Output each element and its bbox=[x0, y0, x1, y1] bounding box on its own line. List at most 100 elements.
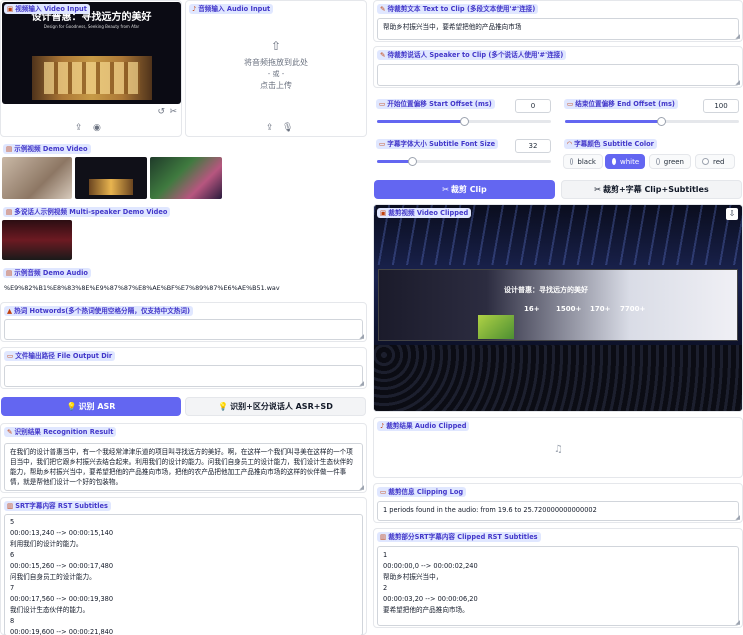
srt-line: 00:00:13,240 --> 00:00:15,140 bbox=[10, 529, 114, 537]
font-size-slider[interactable] bbox=[377, 157, 551, 166]
clipped-srt-label: ▥ 裁剪部分SRT字幕内容 Clipped RST Subtitles bbox=[377, 532, 541, 542]
demo-audio-label: ▤ 示例音频 Demo Audio bbox=[3, 268, 91, 278]
slide-subtitle: Design for Goodness, Seeking Beauty from… bbox=[43, 24, 140, 29]
color-option-green[interactable]: green bbox=[649, 154, 691, 169]
clipped-srt-text[interactable]: 1 00:00:00,0 --> 00:00:02,240 帮助乡村振兴当中， … bbox=[377, 546, 739, 626]
upload-icon[interactable]: ⇪ bbox=[75, 123, 83, 133]
slider-fill bbox=[377, 160, 412, 163]
recognition-panel: ✎ 识别结果 Recognition Result 在我们的设计普惠当中，有一个我… bbox=[0, 423, 367, 493]
srt-line: 00:00:17,560 --> 00:00:19,380 bbox=[10, 595, 114, 603]
list-icon: ▤ bbox=[6, 269, 13, 277]
srt-panel: ▥ SRT字幕内容 RST Subtitles 5 00:00:13,240 --… bbox=[0, 497, 367, 635]
stage-stat: 16+ bbox=[524, 305, 540, 313]
srt-label: ▥ SRT字幕内容 RST Subtitles bbox=[4, 501, 111, 511]
clipped-video-player[interactable]: 设计普惠：寻找远方的美好 16+ 1500+ 170+ 7700+ bbox=[374, 205, 742, 411]
music-icon: ♪ bbox=[380, 422, 385, 430]
slider-knob[interactable] bbox=[407, 157, 417, 166]
srt-line: 2 bbox=[383, 584, 388, 592]
slider-fill bbox=[565, 120, 661, 123]
font-color-label: ◠ 字幕颜色 Subtitle Color bbox=[564, 139, 657, 149]
fire-icon: ▲ bbox=[7, 307, 13, 315]
clipping-log-text[interactable]: 1 periods found in the audio: from 19.6 … bbox=[377, 501, 739, 521]
end-offset-label: ▭ 结束位置偏移 End Offset (ms) bbox=[564, 99, 678, 109]
video-clipped-label: ▣ 裁剪视频 Video Clipped bbox=[377, 208, 472, 218]
speaker-to-clip-input[interactable] bbox=[377, 64, 739, 86]
asr-sd-button[interactable]: 💡 识别+区分说话人 ASR+SD bbox=[185, 397, 366, 416]
hotwords-input[interactable] bbox=[4, 319, 363, 340]
multi-demo-thumb[interactable] bbox=[2, 220, 72, 260]
multi-demo-label: ▤ 多说话人示例视频 Multi-speaker Demo Video bbox=[3, 207, 171, 217]
or-text: - 或 - bbox=[267, 70, 285, 78]
stage-stat: 170+ bbox=[590, 305, 611, 313]
srt-line: 我们设计生态伙伴的能力。 bbox=[10, 606, 90, 614]
webcam-icon[interactable]: ◉ bbox=[93, 123, 101, 133]
recognition-text[interactable]: 在我们的设计普惠当中，有一个我经常津津乐道的项目叫寻找远方的美好。啊，在这样一个… bbox=[4, 443, 363, 491]
audio-input-label: ♪ 音频输入 Audio Input bbox=[189, 4, 274, 14]
audio-input-panel: ♪ 音频输入 Audio Input ⇧ 将音频拖放到此处 - 或 - 点击上传 … bbox=[185, 0, 367, 137]
resize-handle-icon[interactable]: ◢ bbox=[735, 33, 740, 40]
srt-line: 7 bbox=[10, 584, 15, 592]
srt-line: 00:00:15,260 --> 00:00:17,480 bbox=[10, 562, 114, 570]
scissors-icon[interactable]: ✂ bbox=[169, 107, 177, 117]
start-offset-label: ▭ 开始位置偏移 Start Offset (ms) bbox=[376, 99, 495, 109]
drop-text: 将音频拖放到此处 bbox=[244, 58, 308, 67]
stage-screen-title: 设计普惠：寻找远方的美好 bbox=[504, 286, 588, 294]
srt-text[interactable]: 5 00:00:13,240 --> 00:00:15,140 利用我们的设计的… bbox=[4, 514, 363, 635]
resize-handle-icon[interactable]: ◢ bbox=[359, 484, 364, 491]
slider-knob[interactable] bbox=[460, 117, 469, 126]
end-offset-slider[interactable] bbox=[565, 117, 739, 126]
video-preview[interactable]: 设计普惠：寻找远方的美好 Design for Goodness, Seekin… bbox=[2, 2, 181, 104]
start-offset-panel: ▭ 开始位置偏移 Start Offset (ms) 0 bbox=[373, 96, 555, 126]
text-to-clip-label: ✎ 待裁剪文本 Text to Clip (多段文本使用'#'连接) bbox=[377, 4, 539, 14]
video-icon: ▣ bbox=[7, 5, 14, 13]
srt-line: 6 bbox=[10, 551, 15, 559]
end-offset-number[interactable]: 100 bbox=[703, 99, 739, 113]
demo-audio-file[interactable]: %E9%82%B1%E8%83%8E%E9%87%87%E8%AE%BF%E7%… bbox=[4, 284, 280, 292]
color-option-black[interactable]: black bbox=[563, 154, 603, 169]
list-icon: ▤ bbox=[6, 208, 13, 216]
speaker-to-clip-label: ✎ 待裁剪说话人 Speaker to Clip (多个说话人使用'#'连接) bbox=[377, 50, 567, 60]
upload-arrow-icon: ⇧ bbox=[270, 39, 282, 53]
srt-line: 帮助乡村振兴当中， bbox=[383, 573, 443, 581]
clip-button[interactable]: ✂ 裁剪 Clip bbox=[374, 180, 555, 199]
resize-handle-icon[interactable]: ◢ bbox=[735, 619, 740, 626]
slider-knob[interactable] bbox=[656, 117, 666, 126]
demo-video-thumb-3[interactable] bbox=[150, 157, 222, 199]
scissors-icon: ✂ bbox=[442, 185, 449, 194]
font-size-number[interactable]: 32 bbox=[515, 139, 551, 153]
text-to-clip-panel: ✎ 待裁剪文本 Text to Clip (多段文本使用'#'连接) 帮助乡村振兴… bbox=[373, 0, 743, 42]
resize-handle-icon[interactable]: ◢ bbox=[735, 514, 740, 521]
video-input-label: ▣ 视频输入 Video Input bbox=[4, 4, 90, 14]
output-dir-input[interactable] bbox=[4, 365, 363, 387]
output-dir-label: ▭ 文件输出路径 File Output Dir bbox=[4, 351, 116, 361]
microphone-icon[interactable]: 🎙 bbox=[282, 123, 293, 133]
music-note-icon: ♫ bbox=[554, 444, 563, 455]
clip-subtitles-button[interactable]: ✂ 裁剪+字幕 Clip+Subtitles bbox=[561, 180, 742, 199]
start-offset-number[interactable]: 0 bbox=[515, 99, 551, 113]
srt-line: 1 bbox=[383, 551, 388, 559]
video-clipped-panel: 设计普惠：寻找远方的美好 16+ 1500+ 170+ 7700+ ▣ 裁剪视频 … bbox=[373, 204, 743, 412]
download-icon[interactable]: ⇩ bbox=[726, 208, 738, 220]
upload-icon[interactable]: ⇪ bbox=[266, 123, 274, 133]
color-option-white[interactable]: white bbox=[605, 154, 645, 169]
text-to-clip-input[interactable]: 帮助乡村振兴当中，要希望把他的产品推向市场 bbox=[377, 18, 739, 40]
demo-video-thumb-2[interactable] bbox=[75, 157, 147, 199]
demo-video-label: ▤ 示例视频 Demo Video bbox=[3, 144, 91, 154]
resize-handle-icon[interactable]: ◢ bbox=[359, 333, 364, 340]
audio-dropzone[interactable]: ⇧ 将音频拖放到此处 - 或 - 点击上传 bbox=[186, 15, 366, 119]
scissors-icon: ✂ bbox=[594, 185, 601, 194]
asr-button[interactable]: 💡 识别 ASR bbox=[1, 397, 181, 416]
srt-line: 要希望把他的产品推向市场。 bbox=[383, 606, 469, 614]
demo-video-thumb-1[interactable] bbox=[2, 157, 72, 199]
music-icon: ♪ bbox=[192, 5, 197, 13]
lightbulb-icon: 💡 bbox=[66, 402, 77, 411]
start-offset-slider[interactable] bbox=[377, 117, 551, 126]
end-offset-panel: ▭ 结束位置偏移 End Offset (ms) 100 bbox=[561, 96, 743, 126]
color-option-red[interactable]: red bbox=[695, 154, 735, 169]
resize-handle-icon[interactable]: ◢ bbox=[735, 79, 740, 86]
resize-handle-icon[interactable]: ◢ bbox=[359, 380, 364, 387]
monitor-icon: ▭ bbox=[380, 488, 387, 496]
radio-dot bbox=[702, 158, 709, 165]
undo-icon[interactable]: ↺ bbox=[157, 107, 165, 117]
stage-stat: 1500+ bbox=[556, 305, 582, 313]
